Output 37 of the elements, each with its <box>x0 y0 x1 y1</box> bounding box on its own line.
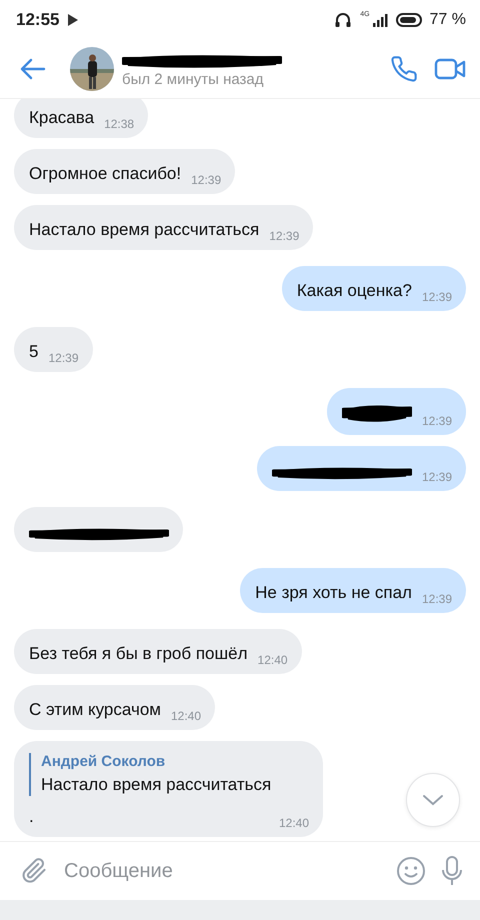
quoted-message[interactable]: Андрей Соколов Настало время рассчитаться <box>29 753 309 796</box>
message-time: 12:39 <box>422 470 452 484</box>
message-time: 12:38 <box>104 117 134 131</box>
message-time: 12:40 <box>278 816 309 830</box>
quote-author: Андрей Соколов <box>41 753 166 770</box>
message-time: 12:39 <box>422 592 452 606</box>
message-text: Красава <box>29 107 94 129</box>
back-button[interactable] <box>20 58 46 80</box>
message-input[interactable]: Сообщение <box>62 858 382 884</box>
call-button[interactable] <box>390 55 418 83</box>
microphone-button[interactable] <box>440 855 464 887</box>
battery-percent: 77 % <box>430 11 466 29</box>
message-text: С этим курсачом <box>29 699 161 721</box>
emoji-button[interactable] <box>396 856 426 886</box>
message-time: 12:39 <box>269 229 300 243</box>
chevron-down-icon <box>422 794 444 806</box>
message-text: 5 <box>29 341 38 363</box>
battery-icon <box>396 13 422 27</box>
status-time: 12:55 <box>16 10 60 30</box>
video-call-button[interactable] <box>434 57 466 81</box>
message-time: 12:39 <box>422 414 452 428</box>
message-text: Настало время рассчитаться <box>29 219 260 241</box>
message-text: Какая оценка? <box>296 280 412 302</box>
quote-text: Настало время рассчитаться <box>41 774 272 796</box>
play-icon <box>67 13 80 27</box>
message-text: Без тебя я бы в гроб пошёл <box>29 643 248 665</box>
message-time: 12:40 <box>258 653 288 667</box>
message-time: 12:40 <box>170 709 201 723</box>
message-text: Не зря хоть не спал <box>255 582 412 604</box>
signal-icon <box>372 13 388 27</box>
message-time: 12:39 <box>48 351 78 365</box>
message-text: Огромное спасибо! <box>29 163 182 185</box>
message-time: 12:39 <box>422 290 452 304</box>
message-time: 12:39 <box>191 173 222 187</box>
last-seen-status: был 2 минуты назад <box>122 70 265 88</box>
message-text: . <box>29 806 34 828</box>
headphones-icon <box>334 11 352 29</box>
